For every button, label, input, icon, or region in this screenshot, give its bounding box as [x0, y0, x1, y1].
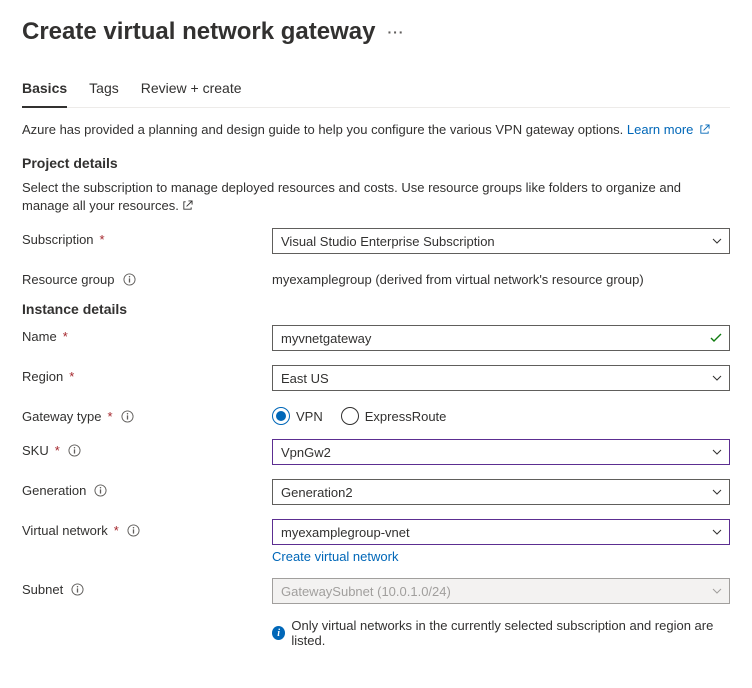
intro-text: Azure has provided a planning and design…	[22, 122, 730, 137]
info-icon[interactable]	[121, 410, 134, 423]
generation-label: Generation	[22, 479, 272, 498]
name-input[interactable]: myvnetgateway	[272, 325, 730, 351]
region-label: Region*	[22, 365, 272, 384]
instance-details-heading: Instance details	[22, 301, 730, 317]
virtual-network-label: Virtual network*	[22, 519, 272, 538]
subscription-select[interactable]: Visual Studio Enterprise Subscription	[272, 228, 730, 254]
info-icon[interactable]	[127, 524, 140, 537]
subnet-select: GatewaySubnet (10.0.1.0/24)	[272, 578, 730, 604]
subnet-info-note: i Only virtual networks in the currently…	[22, 618, 730, 648]
chevron-down-icon	[711, 585, 723, 597]
resource-group-label: Resource group	[22, 268, 272, 287]
info-icon[interactable]	[68, 444, 81, 457]
gateway-type-vpn-label: VPN	[296, 409, 323, 424]
tab-basics[interactable]: Basics	[22, 72, 67, 108]
chevron-down-icon	[711, 446, 723, 458]
intro-body: Azure has provided a planning and design…	[22, 122, 627, 137]
info-icon[interactable]	[94, 484, 107, 497]
page-title: Create virtual network gateway ···	[22, 18, 730, 46]
chevron-down-icon	[711, 372, 723, 384]
region-value: East US	[281, 371, 329, 386]
resource-group-value: myexamplegroup (derived from virtual net…	[272, 268, 730, 287]
subscription-label: Subscription*	[22, 228, 272, 247]
virtual-network-select[interactable]: myexamplegroup-vnet	[272, 519, 730, 545]
generation-select[interactable]: Generation2	[272, 479, 730, 505]
subnet-value: GatewaySubnet (10.0.1.0/24)	[281, 584, 451, 599]
generation-value: Generation2	[281, 485, 353, 500]
info-icon[interactable]	[123, 273, 136, 286]
learn-more-link[interactable]: Learn more	[627, 122, 710, 137]
tab-tags[interactable]: Tags	[89, 72, 119, 108]
chevron-down-icon	[711, 526, 723, 538]
gateway-type-vpn-radio[interactable]: VPN	[272, 407, 323, 425]
tab-review-create[interactable]: Review + create	[141, 72, 242, 108]
chevron-down-icon	[711, 235, 723, 247]
info-badge-icon: i	[272, 626, 285, 640]
region-select[interactable]: East US	[272, 365, 730, 391]
tab-bar: Basics Tags Review + create	[22, 72, 730, 108]
project-details-desc: Select the subscription to manage deploy…	[22, 179, 730, 214]
sku-label: SKU*	[22, 439, 272, 458]
gateway-type-express-label: ExpressRoute	[365, 409, 447, 424]
more-actions-icon[interactable]: ···	[387, 24, 404, 40]
external-link-icon	[699, 124, 710, 135]
project-details-heading: Project details	[22, 155, 730, 171]
gateway-type-expressroute-radio[interactable]: ExpressRoute	[341, 407, 447, 425]
subnet-label: Subnet	[22, 578, 272, 597]
create-virtual-network-link[interactable]: Create virtual network	[272, 549, 730, 564]
name-value: myvnetgateway	[281, 331, 371, 346]
subnet-info-text: Only virtual networks in the currently s…	[291, 618, 730, 648]
external-link-icon[interactable]	[182, 200, 193, 211]
subscription-value: Visual Studio Enterprise Subscription	[281, 234, 495, 249]
gateway-type-label: Gateway type*	[22, 405, 272, 424]
gateway-type-radios: VPN ExpressRoute	[272, 405, 730, 425]
sku-select[interactable]: VpnGw2	[272, 439, 730, 465]
virtual-network-value: myexamplegroup-vnet	[281, 525, 410, 540]
name-label: Name*	[22, 325, 272, 344]
learn-more-label: Learn more	[627, 122, 693, 137]
project-details-desc-text: Select the subscription to manage deploy…	[22, 180, 681, 213]
page-title-text: Create virtual network gateway	[22, 18, 375, 46]
info-icon[interactable]	[71, 583, 84, 596]
chevron-down-icon	[711, 486, 723, 498]
check-icon	[709, 331, 723, 345]
sku-value: VpnGw2	[281, 445, 331, 460]
